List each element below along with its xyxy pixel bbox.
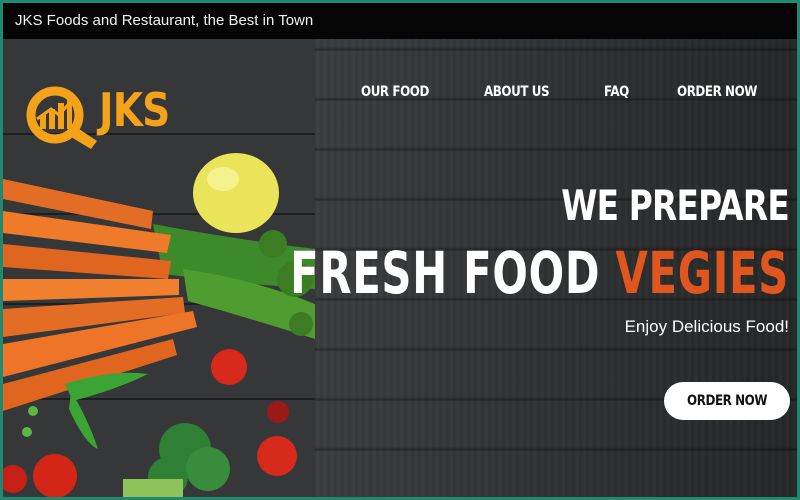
app-frame: JKS Foods and Restaurant, the Best in To… [0,0,800,500]
nav-faq[interactable]: FAQ [604,84,629,106]
logo-text: JKS [99,83,170,137]
order-now-button[interactable]: ORDER NOW [664,382,790,420]
hero-headline-main: FRESH FOOD [289,239,601,307]
nav-order-now[interactable]: ORDER NOW [677,84,757,106]
main-nav: OUR FOOD ABOUT US FAQ ORDER NOW [361,84,771,106]
hero-headline-1: WE PREPARE [561,181,789,230]
hero-headline-accent: VEGIES [615,239,789,307]
brand-logo[interactable]: JKS [19,79,194,149]
hero-tagline: Enjoy Delicious Food! [624,317,789,336]
hero-section: JKS OUR FOOD ABOUT US FAQ ORDER NOW WE P… [3,39,797,497]
window-title: JKS Foods and Restaurant, the Best in To… [3,3,797,39]
nav-about-us[interactable]: ABOUT US [484,84,550,106]
hero-headline-2: FRESH FOOD VEGIES [290,239,789,307]
order-now-label: ORDER NOW [687,393,767,409]
nav-our-food[interactable]: OUR FOOD [361,84,429,106]
